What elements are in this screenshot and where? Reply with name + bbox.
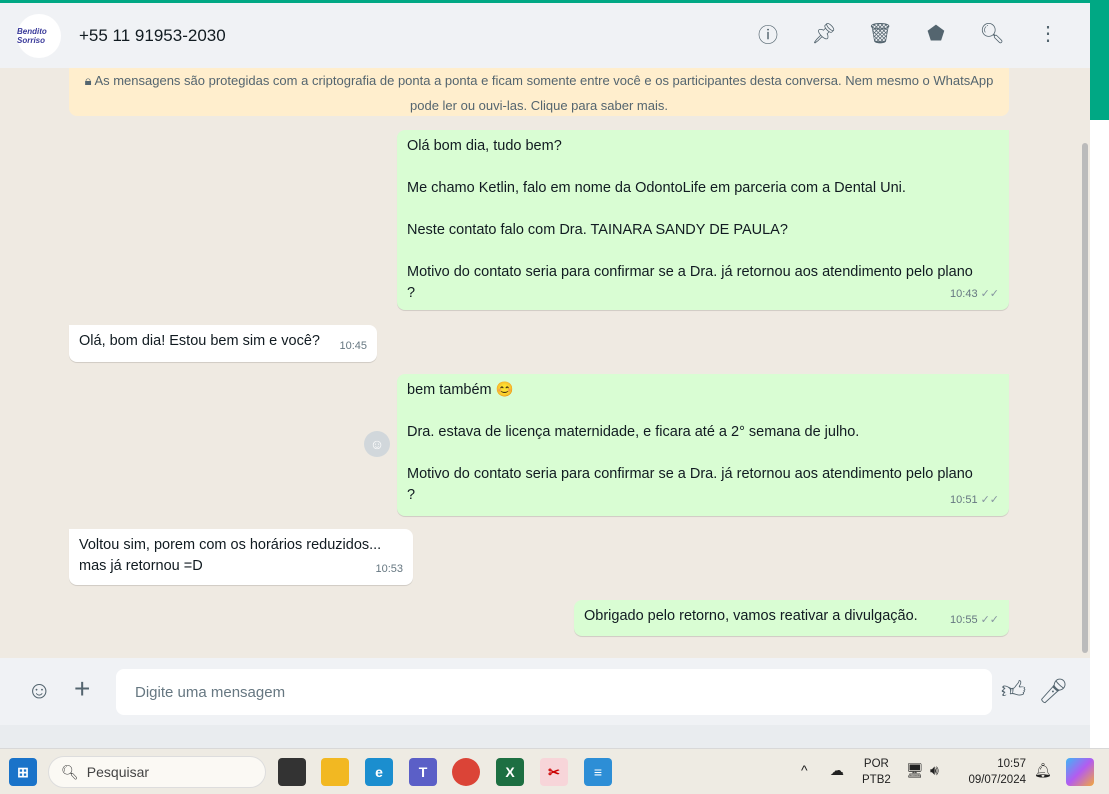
message-line: bem também 😊 — [407, 382, 514, 398]
message-outgoing[interactable]: bem também 😊 Dra. estava de licença mate… — [397, 374, 1009, 516]
thumbs-up-icon[interactable]: 👍︎ — [1001, 677, 1026, 705]
taskbar: ⊞ 🔍︎ Pesquisar e T X ✂ ≡ ^ ☁ POR PTB2 🖥︎ 🔊… — [0, 748, 1109, 794]
chevron-up-icon[interactable]: ^ — [801, 762, 808, 778]
info-icon[interactable]: ⓘ — [756, 21, 780, 47]
chrome-icon[interactable] — [452, 758, 480, 786]
message-line: Obrigado pelo retorno, vamos reativar a … — [584, 608, 918, 624]
notification-bell-icon[interactable]: 🔔︎ — [1034, 762, 1052, 778]
message-line: Me chamo Ketlin, falo em nome da OdontoL… — [407, 180, 906, 196]
double-check-icon: ✓✓ — [980, 288, 999, 300]
avatar-logo-text: Bendito Sorriso — [17, 26, 47, 45]
message-line: Olá bom dia, tudo bem? — [407, 138, 562, 154]
double-check-icon: ✓✓ — [980, 614, 999, 626]
delete-icon[interactable]: 🗑︎ — [867, 21, 892, 45]
task-view-icon[interactable] — [278, 758, 306, 786]
window-edge-lower — [1090, 120, 1109, 748]
scrollbar[interactable] — [1082, 143, 1088, 653]
taskbar-search[interactable]: 🔍︎ Pesquisar — [48, 756, 266, 788]
copilot-icon[interactable] — [1066, 758, 1094, 786]
teams-icon[interactable]: T — [409, 758, 437, 786]
message-line: Motivo do contato seria para confirmar s… — [407, 264, 973, 301]
message-outgoing[interactable]: Olá bom dia, tudo bem? Me chamo Ketlin, … — [397, 130, 1009, 310]
message-line: Olá, bom dia! Estou bem sim e você? — [79, 333, 320, 349]
windows-start-icon[interactable]: ⊞ — [9, 758, 37, 786]
lock-icon: 🔒︎ — [84, 73, 95, 88]
message-incoming[interactable]: Voltou sim, porem com os horários reduzi… — [69, 529, 413, 585]
label-icon[interactable]: ⬟ — [924, 21, 948, 45]
edge-icon[interactable]: e — [365, 758, 393, 786]
clock-time: 10:57 — [997, 758, 1026, 770]
avatar[interactable]: Bendito Sorriso — [17, 13, 61, 58]
attach-plus-icon[interactable]: + — [74, 673, 90, 705]
message-time: 10:51 — [950, 494, 978, 506]
chat-header: Bendito Sorriso +55 11 91953-2030 ⓘ 📌︎ 🗑… — [0, 3, 1090, 68]
network-icon[interactable]: 🖥︎ — [906, 762, 924, 778]
clock-date: 09/07/2024 — [968, 774, 1026, 786]
message-line: Motivo do contato seria para confirmar s… — [407, 466, 973, 503]
chat-area: 🔒︎ As mensagens são protegidas com a cri… — [0, 68, 1090, 658]
message-time: 10:43 — [950, 288, 978, 300]
double-check-icon: ✓✓ — [980, 494, 999, 506]
message-line: Neste contato falo com Dra. TAINARA SAND… — [407, 222, 788, 238]
encryption-notice-text: As mensagens são protegidas com a cripto… — [94, 73, 994, 113]
message-line: mas já retornou =D — [79, 558, 203, 574]
keyboard-layout: PTB2 — [862, 774, 891, 786]
search-icon: 🔍︎ — [61, 763, 79, 780]
message-time: 10:53 — [375, 563, 403, 575]
contact-name[interactable]: +55 11 91953-2030 — [79, 26, 226, 46]
message-line: Dra. estava de licença maternidade, e fi… — [407, 424, 860, 440]
message-time: 10:45 — [339, 340, 367, 352]
message-outgoing[interactable]: Obrigado pelo retorno, vamos reativar a … — [574, 600, 1009, 636]
notepad-icon[interactable]: ≡ — [584, 758, 612, 786]
more-icon[interactable]: ⋮ — [1036, 21, 1060, 45]
message-line: Voltou sim, porem com os horários reduzi… — [79, 537, 382, 553]
window-edge — [1090, 0, 1109, 120]
message-time: 10:55 — [950, 614, 978, 626]
message-incoming[interactable]: Olá, bom dia! Estou bem sim e você? 10:4… — [69, 325, 377, 362]
language-indicator[interactable]: POR PTB2 — [862, 756, 891, 788]
emoji-icon[interactable]: ☺ — [27, 677, 52, 705]
microphone-icon[interactable]: 🎤︎ — [1038, 677, 1068, 706]
react-emoji-icon[interactable]: ☺ — [364, 431, 390, 457]
search-icon[interactable]: 🔍︎ — [979, 21, 1004, 45]
snipping-tool-icon[interactable]: ✂ — [540, 758, 568, 786]
composer: ☺ + 👍︎ 🎤︎ — [0, 658, 1090, 725]
excel-icon[interactable]: X — [496, 758, 524, 786]
message-input[interactable] — [116, 669, 992, 715]
file-explorer-icon[interactable] — [321, 758, 349, 786]
onedrive-icon[interactable]: ☁ — [830, 762, 844, 778]
pin-icon[interactable]: 📌︎ — [811, 21, 836, 45]
taskbar-search-label: Pesquisar — [86, 764, 150, 780]
clock[interactable]: 10:57 09/07/2024 — [962, 756, 1026, 788]
volume-icon[interactable]: 🔊︎ — [930, 762, 939, 778]
encryption-notice[interactable]: 🔒︎ As mensagens são protegidas com a cri… — [69, 68, 1009, 116]
language-code: POR — [863, 758, 889, 770]
